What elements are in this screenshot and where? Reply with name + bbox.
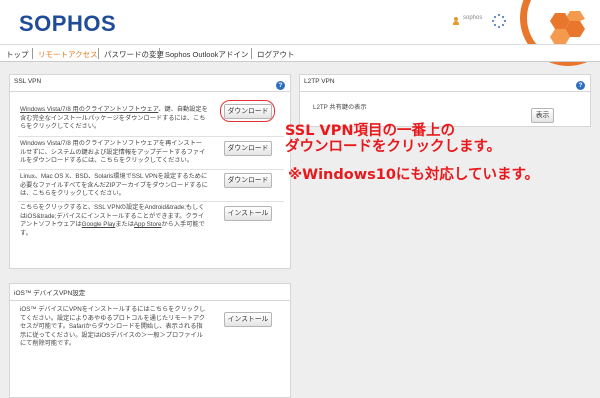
nav-outlook-addin[interactable]: Sophos Outlookアドイン [165,49,248,60]
spinner-icon [492,14,506,28]
panel-divider [10,300,290,301]
ssl-row-text: Windows Vista/7/8 用のクライアントソフトウェア、鍵、自動設定を… [20,106,208,132]
download-full-package-button[interactable]: ダウンロード [224,104,272,119]
ssl-row-text: Windows Vista/7/8 用のクライアントソフトウェアを再インストール… [20,140,206,164]
l2tp-psk-label: L2TP 共有鍵の表示 [313,104,367,111]
annotation-line-3: ※Windows10にも対応しています。 [288,167,540,183]
nav-top[interactable]: トップ [6,49,29,60]
main-nav: トップ リモートアクセス パスワードの変更 Sophos Outlookアドイン… [0,44,600,62]
l2tp-vpn-title: L2TP VPN [304,78,335,85]
ssl-row-text: Linux、Mac OS X、BSD、Solaris環境でSSL VPNを設定す… [20,173,208,197]
nav-separator [159,48,160,59]
app-store-link[interactable]: App Store [134,221,162,228]
install-ios-profile-button[interactable]: インストール [224,312,272,327]
nav-change-password[interactable]: パスワードの変更 [104,49,164,60]
user-icon [453,17,459,25]
sophos-logo: SOPHOS [19,11,117,36]
row-divider [18,136,284,137]
row-divider [18,201,284,202]
nav-remote-access[interactable]: リモートアクセス [38,49,98,60]
download-config-update-button[interactable]: ダウンロード [224,141,272,156]
ios-vpn-panel: iOS™ デバイスVPN設定 iOS™ デバイスにVPNをインストールするにはこ… [9,283,291,398]
ios-row-text: iOS™ デバイスにVPNをインストールするにはこちらをクリックしてください。設… [20,306,206,347]
install-mobile-button[interactable]: インストール [224,206,272,221]
ssl-row-text: こちらをクリックすると、SSL VPNの設定をAndroid&trade;もしく… [20,204,208,238]
nav-separator [251,48,252,59]
panel-divider [300,91,590,92]
help-icon[interactable]: ? [576,81,585,90]
app-header: SOPHOS sophos [0,0,600,66]
google-play-link[interactable]: Google Play [82,221,116,228]
annotation-line-2: ダウンロードをクリックします。 [285,139,502,155]
ios-vpn-title: iOS™ デバイスVPN設定 [14,290,86,297]
username-label[interactable]: sophos [463,15,482,21]
download-zip-button[interactable]: ダウンロード [224,173,272,188]
nav-separator [98,48,99,59]
row-divider [18,169,284,170]
panel-divider [10,91,290,92]
nav-separator [32,48,33,59]
nav-logout[interactable]: ログアウト [257,49,295,60]
windows-client-link[interactable]: Windows Vista/7/8 用のクライアントソフトウェア [20,106,158,113]
mobile-text-mid: または [115,221,134,228]
help-icon[interactable]: ? [276,81,285,90]
show-psk-button[interactable]: 表示 [531,108,554,123]
ssl-vpn-panel: SSL VPN ? Windows Vista/7/8 用のクライアントソフトウ… [9,74,291,269]
ssl-vpn-title: SSL VPN [14,78,42,85]
